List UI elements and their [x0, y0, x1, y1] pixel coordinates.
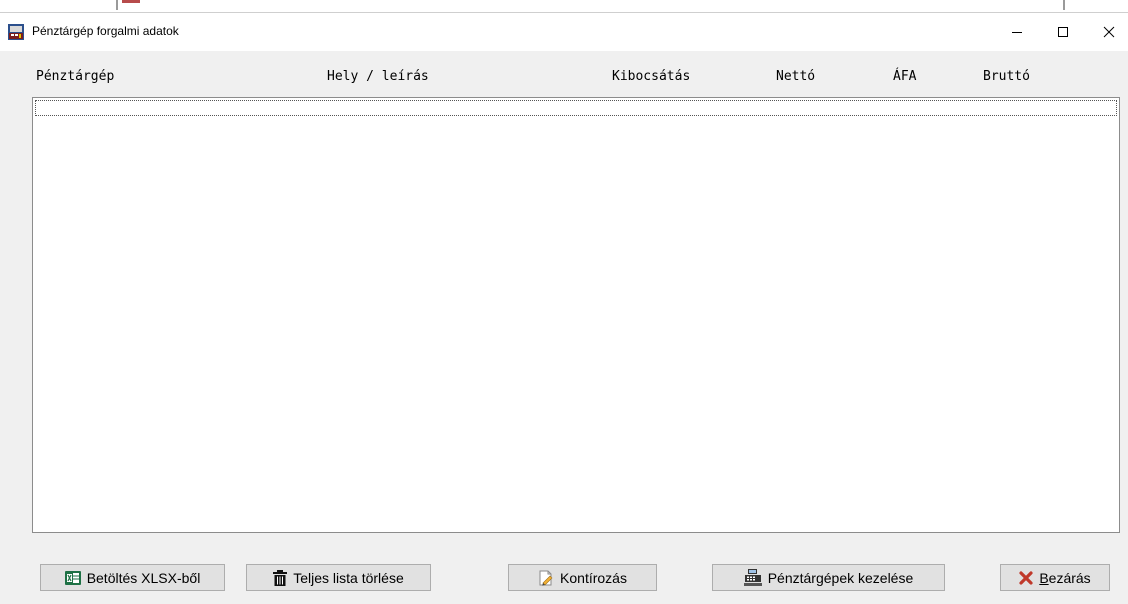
kontirozas-button[interactable]: Kontírozás — [508, 564, 657, 591]
background-divider — [1063, 0, 1065, 10]
column-header-gross: Bruttó — [983, 69, 1030, 84]
background-accent — [122, 0, 140, 3]
column-header-net: Nettó — [776, 69, 816, 84]
trash-icon — [273, 569, 288, 586]
column-headers: Pénztárgép Hely / leírás Kibocsátás Nett… — [0, 69, 1128, 89]
list-focus-row[interactable] — [35, 100, 1117, 116]
column-header-register: Pénztárgép — [36, 69, 115, 84]
app-window: Pénztárgép forgalmi adatok Pénztárgép He… — [0, 12, 1128, 604]
minimize-icon — [1012, 32, 1022, 33]
clear-list-button[interactable]: Teljes lista törlése — [246, 564, 431, 591]
close-button[interactable]: Bezárás — [1000, 564, 1110, 591]
close-label: Bezárás — [1039, 570, 1090, 586]
column-header-vat: ÁFA — [893, 69, 917, 84]
maximize-icon — [1058, 27, 1068, 37]
column-header-location: Hely / leírás — [327, 69, 429, 84]
data-list[interactable] — [32, 97, 1120, 533]
cash-register-icon — [743, 569, 762, 586]
title-bar[interactable]: Pénztárgép forgalmi adatok — [0, 13, 1128, 51]
maximize-button[interactable] — [1040, 13, 1086, 51]
close-label-rest: ezárás — [1048, 569, 1091, 586]
manage-registers-button[interactable]: Pénztárgépek kezelése — [712, 564, 945, 591]
edit-document-icon — [539, 570, 553, 586]
close-window-button[interactable] — [1086, 13, 1128, 51]
red-x-icon — [1019, 570, 1033, 585]
close-icon — [1103, 26, 1115, 38]
background-window-strip — [0, 0, 1128, 12]
excel-icon — [64, 570, 81, 585]
clear-list-label: Teljes lista törlése — [293, 569, 404, 586]
close-mnemonic: B — [1039, 569, 1049, 586]
window-title: Pénztárgép forgalmi adatok — [32, 24, 179, 38]
minimize-button[interactable] — [994, 13, 1040, 51]
kontirozas-label: Kontírozás — [560, 569, 627, 586]
manage-registers-label: Pénztárgépek kezelése — [767, 569, 914, 586]
cash-register-app-icon — [8, 24, 24, 40]
background-divider — [116, 0, 118, 10]
load-xlsx-button[interactable]: Betöltés XLSX-ből — [40, 564, 225, 591]
load-xlsx-label: Betöltés XLSX-ből — [86, 569, 201, 586]
column-header-issue: Kibocsátás — [612, 69, 691, 84]
